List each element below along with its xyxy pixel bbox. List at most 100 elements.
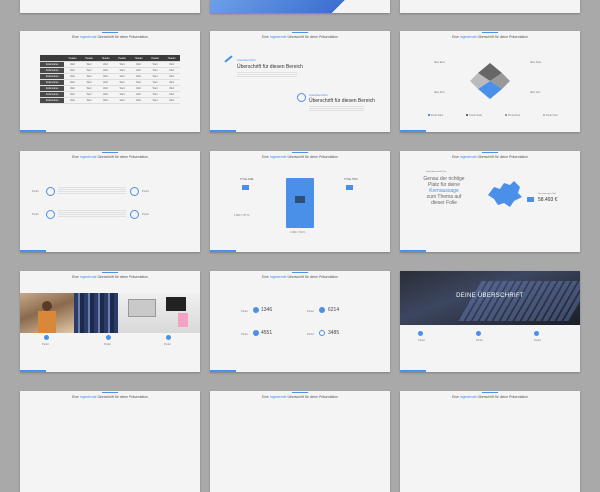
- slide-thumbnail-r0c1[interactable]: [210, 0, 390, 13]
- map-text-line-5: dieser Folie: [431, 200, 457, 206]
- header-accent-line: [102, 152, 118, 153]
- number-value-2: 6214: [328, 307, 340, 313]
- slide-thumbnail-dark[interactable]: DEINE ÜBERSCHRIFT Punkt Punkt Punkt: [400, 271, 580, 372]
- europe-map: [488, 181, 522, 207]
- pen-icon: [130, 210, 139, 219]
- title-b: Überschrift für diesen Bereich: [309, 98, 375, 104]
- slide-thumbnail-numbers[interactable]: Eine Ingestende Überschrift für deine Pr…: [210, 271, 390, 372]
- slide-accent: [400, 250, 426, 252]
- number-label-2: Punkt: [307, 310, 314, 313]
- slide-header: Eine Ingestende Überschrift für deine Pr…: [72, 395, 148, 399]
- edit-icon: [418, 331, 423, 336]
- header-accent-line: [102, 32, 118, 33]
- device-icon: [295, 196, 305, 203]
- number-value-1: 1346: [261, 307, 273, 313]
- slide-accent: [400, 370, 426, 372]
- slide-thumbnail-diagram[interactable]: Eine Ingestende Überschrift für deine Pr…: [400, 31, 580, 132]
- slide-header: Eine Ingestende Überschrift für deine Pr…: [452, 35, 528, 39]
- body-text-a: [237, 72, 297, 78]
- header-accent-line: [292, 152, 308, 153]
- layers-icon: [46, 187, 55, 196]
- mail-icon: [166, 335, 171, 340]
- diagram-label-4: Idee Vier: [530, 91, 541, 94]
- photo-label-2: Punkt: [104, 343, 111, 346]
- photo-notebook: [178, 313, 188, 327]
- legend-item-2: Punkt Zwei: [466, 114, 482, 117]
- slide-thumbnail-table[interactable]: Eine Ingestende Überschrift für deine Pr…: [20, 31, 200, 132]
- body-text-b: [309, 106, 364, 112]
- diagram-label-2: Idee Zwei: [530, 61, 542, 64]
- slide-header: Eine Ingestende Überschrift für deine Pr…: [262, 275, 338, 279]
- slide-thumbnail-r4c0[interactable]: Eine Ingestende Überschrift für deine Pr…: [20, 391, 200, 492]
- photo-desk: [118, 293, 200, 333]
- slide-header: Eine Ingestende Überschrift für deine Pr…: [452, 395, 528, 399]
- table-cell: Zeilenname: [40, 97, 65, 104]
- left-value: 1.900 = 87 %: [234, 214, 250, 217]
- photo-laptop: [128, 299, 156, 317]
- slide-thumbnail-map[interactable]: Eine Ingestende Überschrift für deine Pr…: [400, 151, 580, 252]
- cycle-icon: [319, 330, 325, 336]
- photo-label-3: Punkt: [164, 343, 171, 346]
- table-cell: Wert: [113, 97, 131, 104]
- feature-text-4: [88, 210, 126, 218]
- map-value: 58.493 €: [538, 197, 558, 203]
- header-accent-line: [482, 32, 498, 33]
- feature-label-2: Punkt: [32, 213, 39, 216]
- header-accent-line: [482, 152, 498, 153]
- chart-icon: [253, 307, 259, 313]
- diamond-diagram: [470, 63, 510, 99]
- photo-phone: [166, 297, 186, 311]
- slide-thumbnail-phone[interactable]: Eine Ingestende Überschrift für deine Pr…: [210, 151, 390, 252]
- number-label-1: Punkt: [241, 310, 248, 313]
- dark-label-2: Punkt: [476, 339, 483, 342]
- slide-accent: [210, 370, 236, 372]
- number-value-4: 3485: [328, 330, 340, 336]
- slide-header: Eine Ingestende Überschrift für deine Pr…: [262, 35, 338, 39]
- keyboard-keys: [458, 281, 580, 321]
- left-title: TITLE ONE: [240, 178, 254, 181]
- slide-accent: [20, 250, 46, 252]
- slide-thumbnail-r4c2[interactable]: Eine Ingestende Überschrift für deine Pr…: [400, 391, 580, 492]
- table-cell: Wert: [130, 97, 147, 104]
- photo-label-1: Punkt: [42, 343, 49, 346]
- pencil-icon: [224, 55, 233, 63]
- slide-accent: [20, 130, 46, 132]
- data-table: Header Header Header Header Header Header Head…: [40, 55, 180, 104]
- laptop-icon: [242, 185, 249, 190]
- pin-icon: [44, 335, 49, 340]
- folder-icon: [534, 331, 539, 336]
- title-a: Überschrift für diesen Bereich: [237, 64, 303, 70]
- legend-item-3: Punkt Drei: [505, 114, 520, 117]
- slide-thumbnail-photos[interactable]: Eine Ingestende Überschrift für deine Pr…: [20, 271, 200, 372]
- right-title: TITLE TWO: [344, 178, 358, 181]
- header-accent-line: [102, 272, 118, 273]
- header-accent-line: [102, 392, 118, 393]
- number-value-3: 4551: [261, 330, 273, 336]
- header-accent-line: [292, 32, 308, 33]
- slide-thumbnail-r0c2[interactable]: [400, 0, 580, 13]
- slide-thumbnail-r4c1[interactable]: Eine Ingestende Überschrift für deine Pr…: [210, 391, 390, 492]
- number-label-4: Punkt: [307, 333, 314, 336]
- slide-header: Eine Ingestende Überschrift für deine Pr…: [262, 395, 338, 399]
- slide-accent: [20, 370, 46, 372]
- slide-header: Eine Ingestende Überschrift für deine Pr…: [72, 35, 148, 39]
- table-cell: Wert: [146, 97, 164, 104]
- map-text: Genau der richtige Platz für deine Kerna…: [416, 176, 472, 206]
- slide-accent: [210, 130, 236, 132]
- photo-figure: [42, 301, 52, 311]
- subheading-b: Unterüberschrift: [309, 94, 328, 97]
- slide-thumbnail-text[interactable]: Eine Ingestende Überschrift für deine Pr…: [210, 31, 390, 132]
- slide-header: Eine Ingestende Überschrift für deine Pr…: [262, 155, 338, 159]
- diagram-label-1: Idee Eins: [434, 61, 445, 64]
- dark-label-1: Punkt: [418, 339, 425, 342]
- image-icon: [476, 331, 481, 336]
- legend-item-1: Punkt Eins: [428, 114, 443, 117]
- legend-item-4: Punkt Vier: [543, 114, 558, 117]
- slide-header: Eine Ingestende Überschrift für deine Pr…: [452, 155, 528, 159]
- slide-thumbnail-features[interactable]: Eine Ingestende Überschrift für deine Pr…: [20, 151, 200, 252]
- slide-thumbnail-r0c0[interactable]: [20, 0, 200, 13]
- table-cell: Wert: [80, 97, 98, 104]
- table-cell: Wert: [64, 97, 81, 104]
- people-icon: [319, 307, 325, 313]
- table-row: Zeilenname Wert Wert Wert Wert Wert Wert Wert: [40, 97, 180, 104]
